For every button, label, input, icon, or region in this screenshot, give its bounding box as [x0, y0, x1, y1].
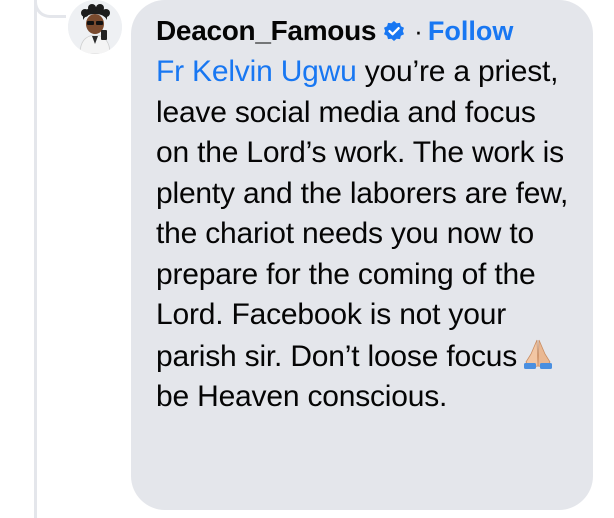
comment-text-part2: be Heaven conscious.: [156, 380, 448, 413]
thread-line: [34, 0, 37, 518]
avatar[interactable]: [68, 0, 122, 54]
comment-header: Deacon_Famous · Follow: [156, 14, 573, 48]
avatar-image: [68, 0, 122, 54]
folded-hands-emoji-icon: [521, 336, 555, 370]
thread-connector: [34, 0, 66, 18]
follow-button[interactable]: Follow: [428, 16, 513, 47]
mention-link[interactable]: Fr Kelvin Ugwu: [156, 55, 357, 88]
comment-bubble: Deacon_Famous · Follow Fr Kelvin Ugwu yo…: [131, 0, 593, 510]
verified-badge-icon: [382, 20, 406, 44]
comment-body: Fr Kelvin Ugwu you’re a priest, leave so…: [156, 52, 573, 418]
separator-dot: ·: [414, 15, 423, 46]
comment-text-part1: you’re a priest, leave social media and …: [156, 55, 569, 373]
author-name[interactable]: Deacon_Famous: [156, 15, 376, 47]
